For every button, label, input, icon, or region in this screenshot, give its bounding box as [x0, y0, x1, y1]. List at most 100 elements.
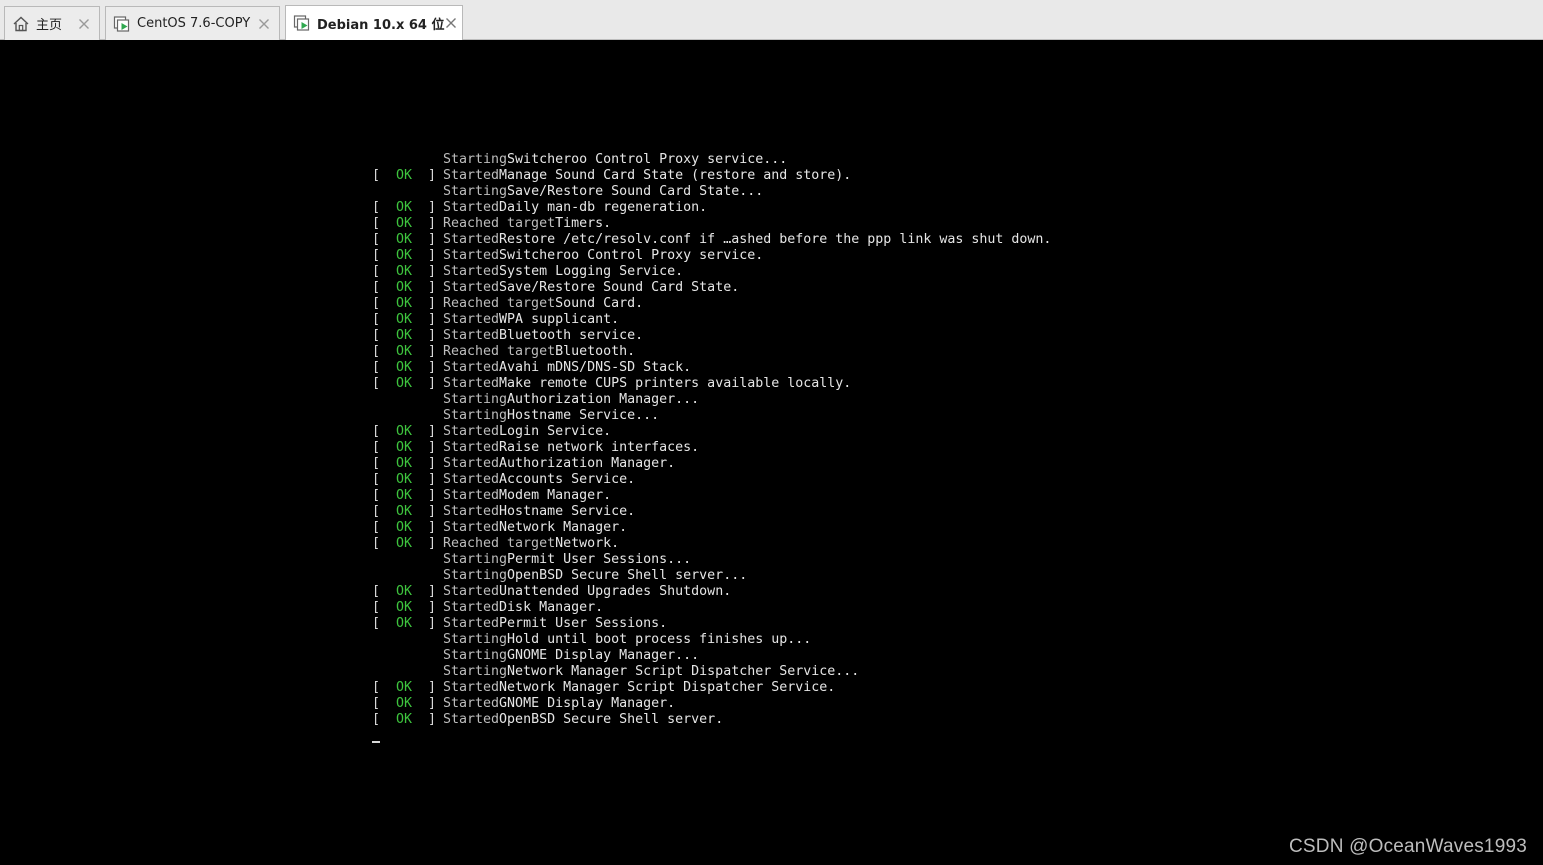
- status-badge: [372, 568, 443, 584]
- home-icon: [12, 15, 30, 33]
- ok-status: OK: [396, 344, 413, 359]
- status-badge: [ OK ]: [372, 488, 437, 503]
- log-verb: Started: [443, 264, 500, 279]
- log-verb: Reached target: [443, 536, 556, 551]
- log-line: [ OK ] Started Disk Manager.: [372, 600, 1051, 616]
- ok-status: OK: [396, 328, 413, 343]
- log-verb: Starting: [443, 552, 508, 567]
- text-cursor: [372, 741, 380, 743]
- log-subject: GNOME Display Manager.: [499, 696, 676, 711]
- tab-home[interactable]: 主页: [4, 6, 100, 40]
- status-badge: [372, 184, 443, 200]
- log-subject: Manage Sound Card State (restore and sto…: [499, 168, 852, 183]
- log-verb: Started: [443, 488, 500, 503]
- status-badge: [ OK ]: [372, 472, 437, 487]
- ok-status: OK: [396, 584, 413, 599]
- log-verb: Started: [443, 600, 500, 615]
- log-line: Starting Authorization Manager...: [372, 392, 1051, 408]
- log-subject: Hostname Service.: [499, 504, 636, 519]
- log-line: Starting Hostname Service...: [372, 408, 1051, 424]
- log-line: [ OK ] Reached target Sound Card.: [372, 296, 1051, 312]
- log-subject: System Logging Service.: [499, 264, 684, 279]
- ok-status: OK: [396, 712, 413, 727]
- log-subject: Switcheroo Control Proxy service...: [507, 152, 788, 167]
- log-subject: Make remote CUPS printers available loca…: [499, 376, 852, 391]
- ok-status: OK: [396, 472, 413, 487]
- log-line: [ OK ] Reached target Timers.: [372, 216, 1051, 232]
- log-verb: Started: [443, 312, 500, 327]
- log-line: [ OK ] Started Accounts Service.: [372, 472, 1051, 488]
- log-subject: Daily man-db regeneration.: [499, 200, 708, 215]
- log-line: Starting Permit User Sessions...: [372, 552, 1051, 568]
- close-icon[interactable]: [77, 17, 91, 31]
- log-subject: Switcheroo Control Proxy service.: [499, 248, 764, 263]
- tab-label: Debian 10.x 64 位: [317, 17, 445, 33]
- log-verb: Starting: [443, 408, 508, 423]
- ok-status: OK: [396, 232, 413, 247]
- tab-centos[interactable]: CentOS 7.6-COPY: [105, 6, 280, 40]
- log-verb: Reached target: [443, 296, 556, 311]
- log-subject: Network Manager Script Dispatcher Servic…: [499, 680, 836, 695]
- status-badge: [ OK ]: [372, 360, 437, 375]
- log-line: [ OK ] Started Switcheroo Control Proxy s…: [372, 248, 1051, 264]
- log-subject: Accounts Service.: [499, 472, 636, 487]
- log-line: [ OK ] Reached target Bluetooth.: [372, 344, 1051, 360]
- close-icon[interactable]: [444, 16, 458, 30]
- status-badge: [ OK ]: [372, 200, 437, 215]
- ok-status: OK: [396, 360, 413, 375]
- log-verb: Reached target: [443, 216, 556, 231]
- vm-console[interactable]: Starting Switcheroo Control Proxy servic…: [0, 40, 1543, 865]
- log-line: Starting Switcheroo Control Proxy servic…: [372, 152, 1051, 168]
- status-badge: [ OK ]: [372, 168, 437, 183]
- log-subject: GNOME Display Manager...: [507, 648, 700, 663]
- log-line: [ OK ] Started Restore /etc/resolv.conf i…: [372, 232, 1051, 248]
- log-verb: Starting: [443, 664, 508, 679]
- log-verb: Started: [443, 376, 500, 391]
- status-badge: [372, 648, 443, 664]
- status-badge: [372, 552, 443, 568]
- log-line: [ OK ] Started Daily man-db regeneration.: [372, 200, 1051, 216]
- ok-status: OK: [396, 200, 413, 215]
- log-subject: Network Manager Script Dispatcher Servic…: [507, 664, 860, 679]
- log-subject: Bluetooth service.: [499, 328, 644, 343]
- ok-status: OK: [396, 248, 413, 263]
- status-badge: [ OK ]: [372, 280, 437, 295]
- log-subject: Bluetooth.: [555, 344, 636, 359]
- log-verb: Started: [443, 680, 500, 695]
- ok-status: OK: [396, 600, 413, 615]
- log-verb: Started: [443, 424, 500, 439]
- status-badge: [ OK ]: [372, 600, 437, 615]
- log-line: [ OK ] Reached target Network.: [372, 536, 1051, 552]
- ok-status: OK: [396, 312, 413, 327]
- log-subject: Avahi mDNS/DNS-SD Stack.: [499, 360, 692, 375]
- ok-status: OK: [396, 488, 413, 503]
- ok-status: OK: [396, 696, 413, 711]
- status-badge: [ OK ]: [372, 696, 437, 711]
- log-verb: Started: [443, 248, 500, 263]
- log-verb: Started: [443, 200, 500, 215]
- status-badge: [ OK ]: [372, 344, 437, 359]
- log-line: [ OK ] Started Authorization Manager.: [372, 456, 1051, 472]
- watermark: CSDN @OceanWaves1993: [1288, 836, 1527, 857]
- ok-status: OK: [396, 168, 413, 183]
- log-line: [ OK ] Started Avahi mDNS/DNS-SD Stack.: [372, 360, 1051, 376]
- status-badge: [372, 152, 443, 168]
- close-icon[interactable]: [257, 17, 271, 31]
- log-subject: Authorization Manager.: [499, 456, 676, 471]
- log-subject: OpenBSD Secure Shell server...: [507, 568, 748, 583]
- log-line: [ OK ] Started Make remote CUPS printers …: [372, 376, 1051, 392]
- log-verb: Started: [443, 616, 500, 631]
- status-badge: [ OK ]: [372, 504, 437, 519]
- status-badge: [372, 632, 443, 648]
- status-badge: [ OK ]: [372, 440, 437, 455]
- tab-debian[interactable]: Debian 10.x 64 位: [285, 5, 463, 40]
- log-line: [ OK ] Started Unattended Upgrades Shutdo…: [372, 584, 1051, 600]
- status-badge: [ OK ]: [372, 376, 437, 391]
- status-badge: [ OK ]: [372, 232, 437, 247]
- log-subject: Unattended Upgrades Shutdown.: [499, 584, 732, 599]
- log-line: [ OK ] Started Modem Manager.: [372, 488, 1051, 504]
- ok-status: OK: [396, 520, 413, 535]
- status-badge: [372, 664, 443, 680]
- tab-label: 主页: [36, 18, 63, 33]
- log-subject: Network.: [555, 536, 620, 551]
